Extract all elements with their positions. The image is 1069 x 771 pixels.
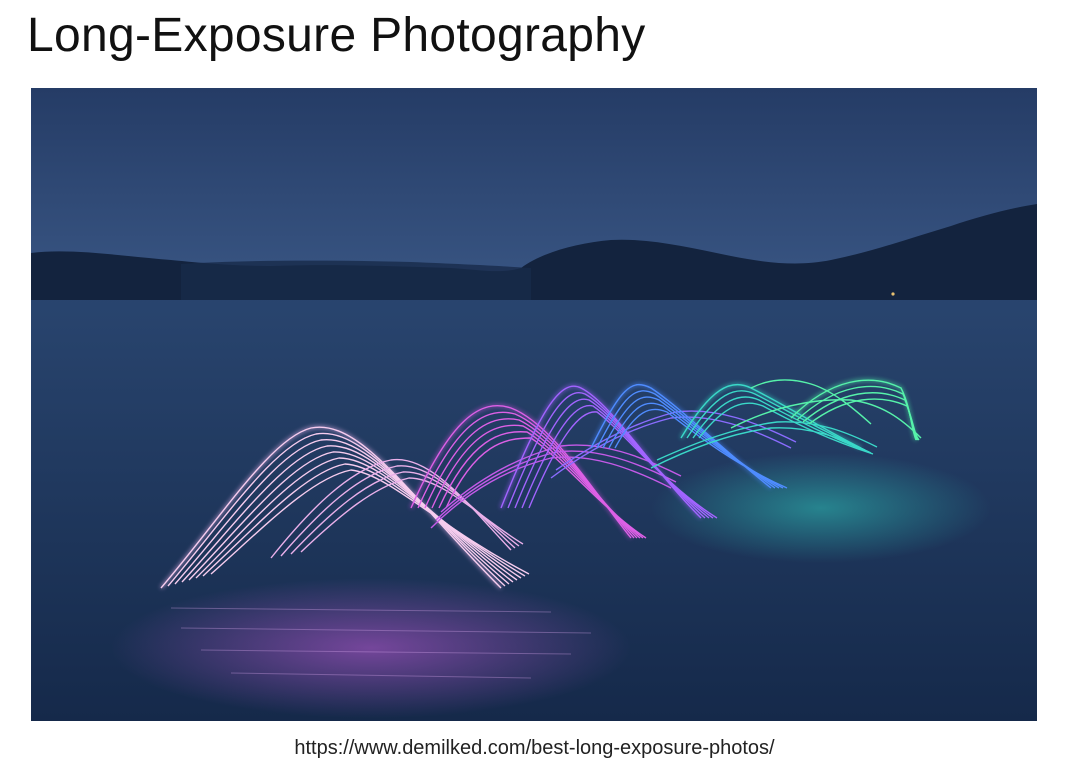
light-trail-photo: [31, 88, 1037, 721]
slide-title: Long-Exposure Photography: [27, 9, 646, 62]
source-url[interactable]: https://www.demilked.com/best-long-expos…: [0, 734, 1069, 762]
